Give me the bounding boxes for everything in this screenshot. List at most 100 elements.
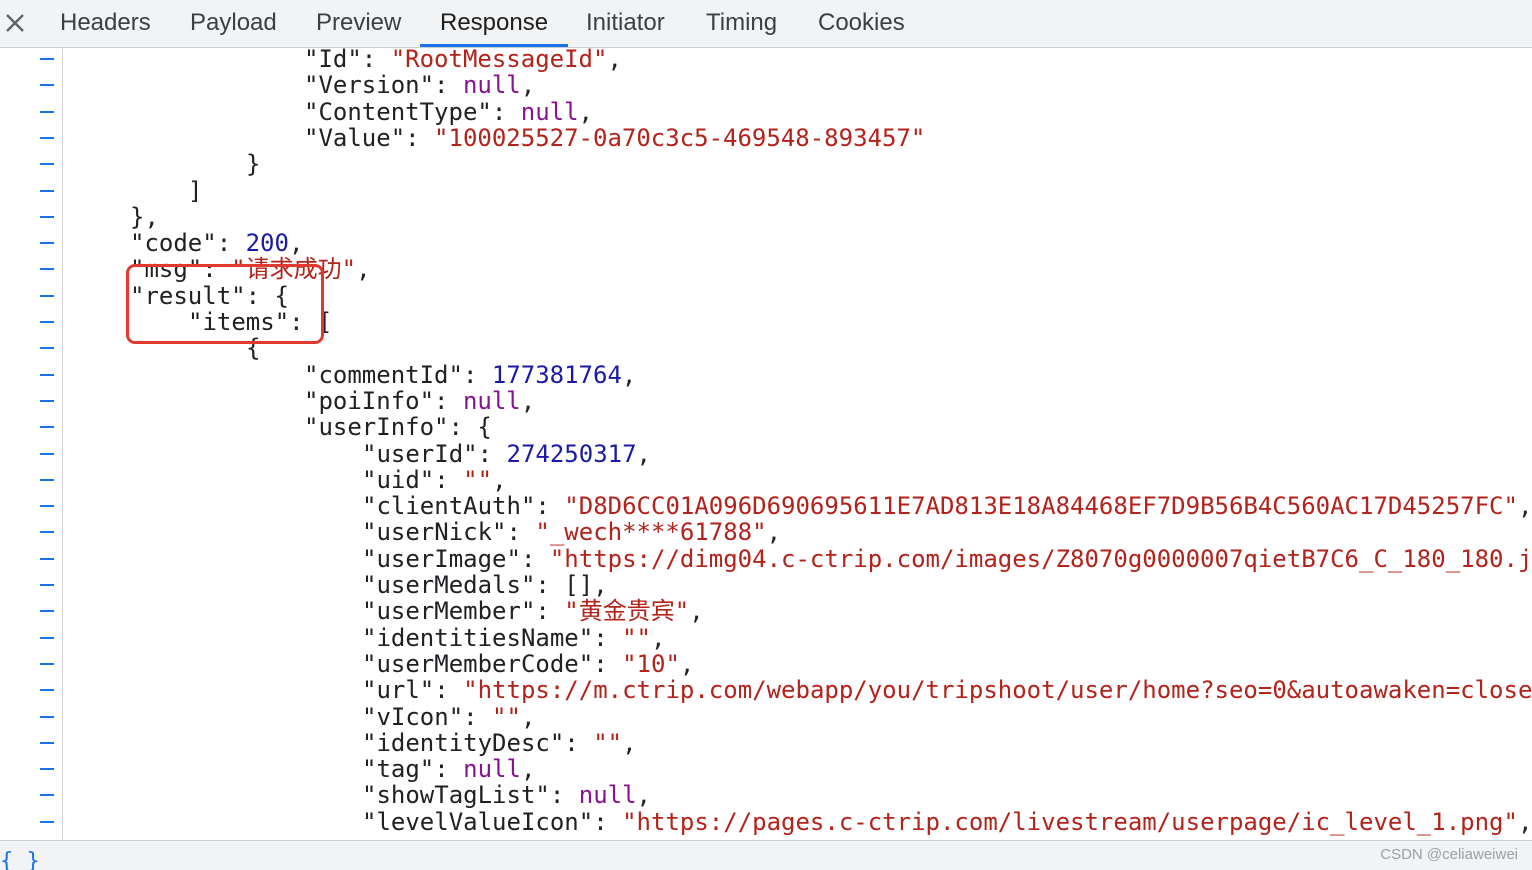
response-viewer[interactable]: "Id": "RootMessageId", "Version": null, "C… — [0, 48, 1532, 840]
close-button[interactable] — [0, 4, 30, 42]
tab-response[interactable]: Response — [420, 0, 569, 47]
pretty-print-button[interactable]: { } — [0, 851, 40, 870]
fold-marker[interactable] — [40, 689, 54, 692]
code-line: "code": 200, — [130, 230, 303, 256]
fold-marker[interactable] — [40, 215, 54, 218]
code-token: "userNick": — [362, 518, 536, 547]
fold-marker[interactable] — [40, 242, 54, 245]
fold-marker[interactable] — [40, 715, 54, 718]
code-token: "Value": — [304, 123, 435, 152]
code-line: "identitiesName": "", — [362, 625, 665, 651]
fold-marker[interactable] — [40, 268, 54, 271]
code-line: "userInfo": { — [304, 414, 492, 440]
tab-cookies[interactable]: Cookies — [798, 0, 925, 47]
code-token: 177381764 — [491, 360, 622, 389]
fold-marker[interactable] — [40, 820, 54, 823]
tab-preview[interactable]: Preview — [296, 0, 421, 47]
code-line: "identityDesc": "", — [362, 730, 637, 756]
code-line: }, — [130, 204, 159, 230]
code-token: , — [689, 597, 704, 626]
fold-marker[interactable] — [40, 557, 54, 560]
code-token: "uid": — [362, 465, 464, 494]
fold-marker[interactable] — [40, 478, 54, 481]
fold-marker[interactable] — [40, 452, 54, 455]
code-line: "userMedals": [], — [362, 572, 608, 598]
tab-bar: Headers Payload Preview Response Initiat… — [0, 0, 1532, 48]
fold-marker[interactable] — [40, 584, 54, 586]
code-line: "userImage": "https://dimg04.c-ctrip.com… — [362, 546, 1532, 572]
code-line: "tag": null, — [362, 756, 535, 782]
fold-marker[interactable] — [40, 794, 54, 797]
code-token: "Version": — [304, 71, 463, 100]
code-token: }, — [130, 202, 159, 231]
fold-marker[interactable] — [40, 321, 54, 323]
fold-marker[interactable] — [40, 58, 54, 60]
code-line: "Id": "RootMessageId", — [304, 48, 622, 72]
code-token: "https://pages.c-ctrip.com/livestream/us… — [622, 807, 1518, 836]
code-token: "_wech****61788" — [535, 518, 767, 547]
fold-marker[interactable] — [40, 662, 54, 665]
tab-headers[interactable]: Headers — [40, 0, 171, 47]
fold-marker[interactable] — [40, 110, 54, 113]
fold-marker[interactable] — [40, 347, 54, 350]
code-token: "Id": — [304, 48, 391, 73]
fold-marker[interactable] — [40, 426, 54, 429]
devtools-network-panel: Headers Payload Preview Response Initiat… — [0, 0, 1532, 870]
tab-timing[interactable]: Timing — [686, 0, 797, 47]
code-line: "msg": "请求成功", — [130, 256, 371, 282]
code-token: "userId": — [362, 439, 507, 468]
fold-marker[interactable] — [40, 768, 54, 771]
code-token: , — [636, 781, 651, 810]
code-line: "userNick": "_wech****61788", — [362, 519, 781, 545]
code-token: "userImage": — [362, 544, 550, 573]
code-token: "userInfo": { — [304, 413, 492, 442]
code-token: "黄金贵宾" — [564, 597, 690, 626]
fold-marker[interactable] — [40, 636, 54, 639]
code-line: "poiInfo": null, — [304, 388, 535, 414]
fold-marker[interactable] — [40, 136, 54, 139]
code-token: "https://dimg04.c-ctrip.com/images/Z8070… — [549, 544, 1532, 573]
close-icon — [6, 14, 24, 32]
code-token: , — [1517, 807, 1532, 836]
fold-marker[interactable] — [40, 294, 54, 297]
fold-marker[interactable] — [40, 505, 54, 508]
code-token: , — [607, 48, 622, 73]
tab-payload[interactable]: Payload — [170, 0, 297, 47]
code-token: , — [621, 360, 637, 389]
code-line: "url": "https://m.ctrip.com/webapp/you/t… — [362, 677, 1532, 703]
code-token: "code": — [130, 229, 246, 258]
fold-marker[interactable] — [40, 399, 54, 402]
code-token: "D8D6CC01A096D690695611E7AD813E18A84468E… — [564, 492, 1518, 521]
fold-marker[interactable] — [40, 531, 54, 534]
code-line: { — [246, 335, 260, 361]
fold-marker[interactable] — [40, 741, 54, 744]
code-token: , — [288, 229, 304, 258]
code-token: , — [636, 439, 651, 468]
fold-marker[interactable] — [40, 373, 54, 376]
fold-marker[interactable] — [40, 610, 54, 613]
code-token: "userMedals": [], — [362, 571, 608, 599]
code-token: "msg": — [130, 255, 232, 284]
code-token: null — [463, 755, 521, 784]
tab-initiator[interactable]: Initiator — [566, 0, 685, 47]
code-token: "userMember": — [362, 597, 565, 626]
code-line: "uid": "", — [362, 467, 507, 493]
code-token: "url": — [362, 676, 464, 705]
code-line: ] — [188, 178, 202, 204]
fold-marker[interactable] — [40, 163, 54, 166]
code-token: , — [520, 702, 536, 731]
fold-marker[interactable] — [40, 189, 54, 192]
code-token: } — [246, 150, 261, 179]
code-token: "" — [593, 728, 623, 757]
code-token: "" — [463, 465, 493, 494]
code-token: , — [492, 465, 507, 494]
code-token: "commentId": — [304, 360, 492, 389]
code-token: "ContentType": — [304, 97, 521, 126]
code-token: "RootMessageId" — [390, 48, 608, 73]
code-line: "userMember": "黄金贵宾", — [362, 598, 704, 624]
code-token: , — [520, 755, 536, 784]
code-token: "clientAuth": — [362, 492, 565, 521]
fold-marker[interactable] — [40, 84, 54, 87]
code-token: "tag": — [362, 755, 464, 784]
code-token: , — [356, 255, 371, 284]
